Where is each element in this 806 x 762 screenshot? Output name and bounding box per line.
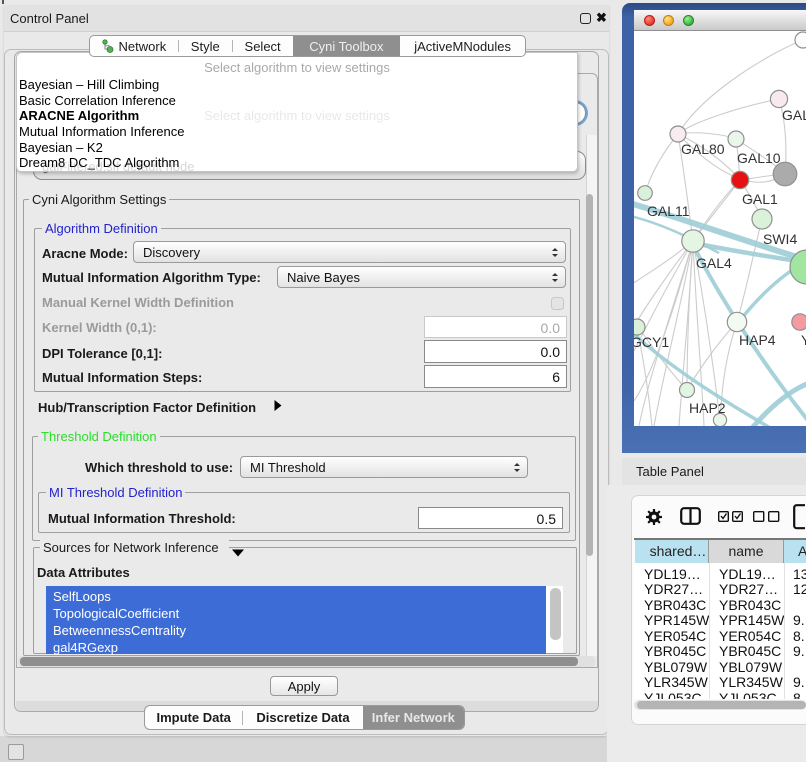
svg-text:GAL10: GAL10: [737, 150, 781, 166]
svg-text:HAP4: HAP4: [739, 332, 776, 348]
svg-text:HAP2: HAP2: [689, 400, 726, 416]
svg-text:GAL4: GAL4: [696, 255, 732, 271]
svg-text:GCY1: GCY1: [634, 334, 669, 350]
svg-text:GAL7: GAL7: [782, 107, 806, 123]
svg-text:GAL11: GAL11: [647, 203, 690, 219]
svg-text:SWI4: SWI4: [763, 231, 797, 247]
svg-text:GAL80: GAL80: [681, 141, 725, 157]
svg-text:YB: YB: [801, 332, 806, 348]
svg-text:GAL1: GAL1: [742, 191, 778, 207]
